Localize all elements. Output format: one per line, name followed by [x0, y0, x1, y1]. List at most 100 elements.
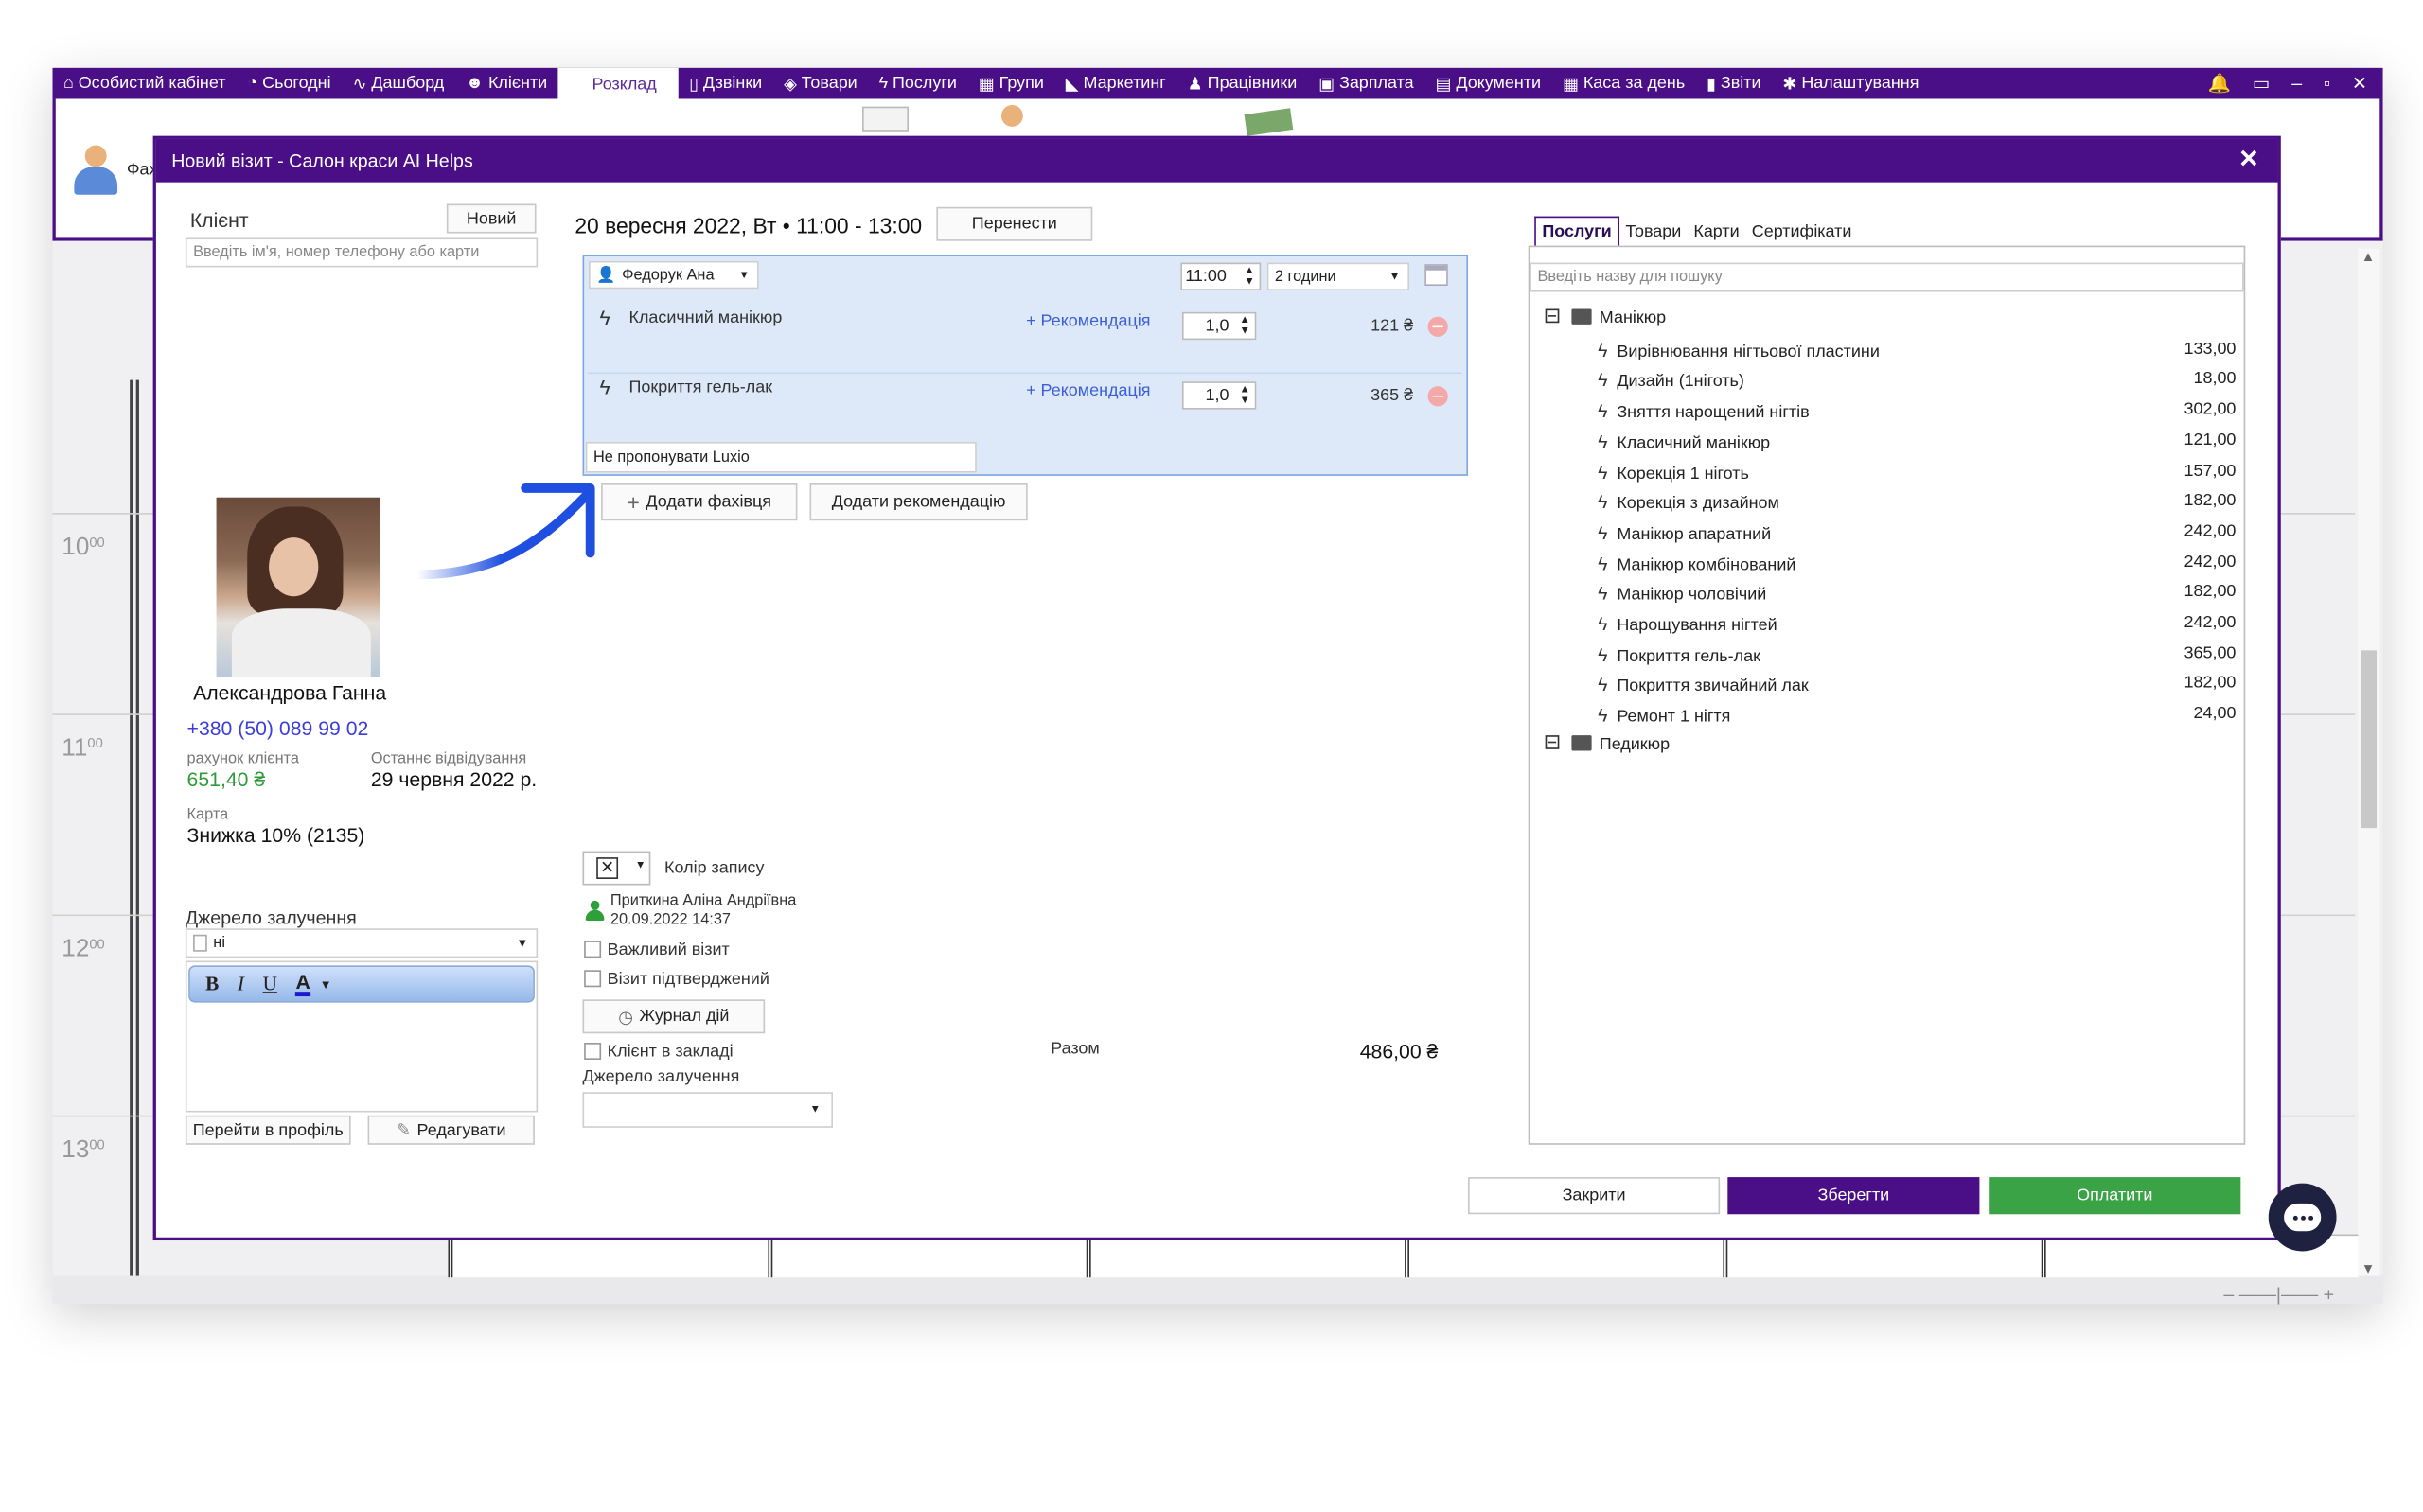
- add-recommendation-link[interactable]: + Рекомендація: [1026, 381, 1150, 400]
- nav-item-8[interactable]: ▦ Групи: [967, 68, 1054, 99]
- catalog-folder[interactable]: Манікюр: [1545, 308, 1666, 327]
- bolt-icon: ϟ: [1598, 521, 1608, 544]
- record-color-picker[interactable]: ✕ ▼: [582, 851, 651, 886]
- chevron-down-icon[interactable]: ▼: [320, 977, 332, 992]
- start-time-input[interactable]: 11:00 ▲ ▼: [1180, 262, 1262, 290]
- duration-select[interactable]: 2 години ▼: [1266, 262, 1409, 290]
- catalog-service-item[interactable]: ϟ Манікюр апаратний: [1598, 522, 1771, 544]
- maximize-icon[interactable]: ▫: [2324, 73, 2330, 95]
- reschedule-button[interactable]: Перенести: [936, 206, 1093, 241]
- nav-item-5[interactable]: ▯ Дзвінки: [679, 68, 773, 99]
- catalog-service-item[interactable]: ϟ Дизайн (1ніготь): [1598, 370, 1744, 392]
- edit-client-button[interactable]: ✎ Редагувати: [367, 1115, 535, 1145]
- collapse-icon[interactable]: [1545, 308, 1560, 324]
- catalog-service-item[interactable]: ϟ Корекція з дизайном: [1598, 491, 1779, 513]
- visit-comment-input[interactable]: Не пропонувати Luxio: [585, 441, 977, 473]
- calendar-toolbar-icon[interactable]: [862, 106, 909, 132]
- nav-item-12[interactable]: ▤ Документи: [1424, 68, 1551, 99]
- collapse-icon[interactable]: [1545, 734, 1560, 749]
- nav-item-0[interactable]: ⌂ Особистий кабінет: [53, 68, 237, 99]
- dialog-close-icon[interactable]: ✕: [2238, 139, 2259, 183]
- save-icon[interactable]: ▭: [2253, 73, 2271, 95]
- master-select[interactable]: 👤 Федорук Ана ▼: [589, 260, 759, 290]
- action-journal-button[interactable]: ◷ Журнал дій: [582, 999, 766, 1034]
- go-to-profile-button[interactable]: Перейти в профіль: [185, 1115, 351, 1145]
- catalog-service-item[interactable]: ϟ Покриття звичайний лак: [1598, 674, 1809, 695]
- specialist-column[interactable]: [1086, 1234, 1406, 1278]
- underline-icon[interactable]: U: [263, 972, 277, 996]
- add-specialist-button[interactable]: + Додати фахівця: [601, 483, 798, 521]
- italic-icon[interactable]: I: [238, 972, 244, 996]
- spin-icon[interactable]: ▲ ▼: [1239, 385, 1249, 407]
- close-button[interactable]: Закрити: [1468, 1177, 1721, 1215]
- nav-item-10[interactable]: ♟ Працівники: [1176, 68, 1307, 99]
- nav-item-9[interactable]: ◣ Маркетинг: [1054, 68, 1176, 99]
- save-button[interactable]: Зберегти: [1727, 1177, 1980, 1215]
- specialist-column[interactable]: [768, 1234, 1087, 1278]
- catalog-service-item[interactable]: ϟ Корекція 1 ніготь: [1598, 461, 1749, 483]
- nav-item-label: Розклад: [592, 75, 657, 95]
- nav-item-11[interactable]: ▣ Зарплата: [1308, 68, 1424, 99]
- catalog-tab-2[interactable]: Карти: [1688, 218, 1745, 245]
- specialist-column[interactable]: [1405, 1234, 1724, 1278]
- add-recommendation-button[interactable]: Додати рекомендацію: [809, 483, 1028, 521]
- nav-item-15[interactable]: ✱ Налаштування: [1772, 68, 1930, 99]
- client-source-select[interactable]: ні ▼: [185, 928, 539, 958]
- quantity-stepper[interactable]: 1,0 ▲ ▼: [1181, 381, 1257, 410]
- nav-item-3[interactable]: ☻ Клієнти: [455, 68, 558, 99]
- confirmed-visit-checkbox[interactable]: [584, 970, 602, 988]
- specialist-column[interactable]: [448, 1234, 769, 1278]
- money-toolbar-icon[interactable]: [1244, 108, 1294, 136]
- nav-item-2[interactable]: ∿ Дашборд: [342, 68, 455, 99]
- zoom-slider[interactable]: – ——|—— +: [2223, 1284, 2334, 1306]
- font-color-icon[interactable]: A: [295, 972, 310, 997]
- remove-service-icon[interactable]: [1427, 386, 1448, 407]
- calendar-icon[interactable]: [1424, 264, 1448, 287]
- spin-icon[interactable]: ▲ ▼: [1244, 266, 1254, 288]
- new-client-button[interactable]: Новий: [446, 203, 537, 234]
- person-toolbar-icon[interactable]: [1000, 105, 1023, 127]
- close-icon[interactable]: ✕: [2352, 73, 2367, 95]
- catalog-tab-0[interactable]: Послуги: [1534, 216, 1619, 246]
- important-visit-checkbox[interactable]: [584, 941, 602, 958]
- bold-icon[interactable]: B: [205, 972, 219, 996]
- vertical-scrollbar[interactable]: ▲ ▼: [2358, 248, 2380, 1276]
- quantity-stepper[interactable]: 1,0 ▲ ▼: [1181, 311, 1257, 341]
- catalog-tab-3[interactable]: Сертифікати: [1745, 218, 1858, 245]
- nav-item-1[interactable]: ◔ Сьогодні: [237, 68, 342, 99]
- client-search-input[interactable]: Введіть ім'я, номер телефону або карти: [185, 237, 539, 268]
- specialist-avatar[interactable]: [74, 145, 118, 198]
- visit-source-select[interactable]: ▼: [582, 1092, 833, 1128]
- minimize-icon[interactable]: –: [2291, 73, 2302, 95]
- scroll-thumb[interactable]: [2361, 650, 2378, 829]
- catalog-service-item[interactable]: ϟ Покриття гель-лак: [1598, 643, 1760, 665]
- nav-item-14[interactable]: ▮ Звіти: [1696, 68, 1772, 99]
- folder-icon: [1571, 308, 1592, 325]
- nav-item-13[interactable]: ▦ Каса за день: [1552, 68, 1696, 99]
- catalog-service-item[interactable]: ϟ Нарощування нігтей: [1598, 613, 1777, 635]
- nav-item-7[interactable]: ϟ Послуги: [868, 68, 967, 99]
- catalog-tab-1[interactable]: Товари: [1619, 218, 1688, 245]
- bell-icon[interactable]: 🔔: [2208, 73, 2231, 95]
- client-in-place-checkbox[interactable]: [584, 1043, 602, 1060]
- catalog-search-input[interactable]: Введіть назву для пошуку: [1530, 262, 2244, 292]
- catalog-service-item[interactable]: ϟ Ремонт 1 нігтя: [1598, 705, 1730, 727]
- scroll-down-icon[interactable]: ▼: [2361, 1260, 2376, 1275]
- chat-widget-icon[interactable]: [2268, 1183, 2337, 1252]
- add-recommendation-link[interactable]: + Рекомендація: [1026, 312, 1150, 331]
- catalog-service-item[interactable]: ϟ Манікюр чоловічий: [1598, 583, 1766, 605]
- pay-button[interactable]: Оплатити: [1989, 1177, 2241, 1215]
- remove-service-icon[interactable]: [1427, 316, 1448, 337]
- catalog-service-name: Манікюр чоловічий: [1617, 586, 1767, 605]
- catalog-service-item[interactable]: ϟ Класичний манікюр: [1598, 431, 1770, 452]
- catalog-service-item[interactable]: ϟ Манікюр комбінований: [1598, 553, 1795, 574]
- scroll-up-icon[interactable]: ▲: [2361, 249, 2376, 264]
- nav-item-6[interactable]: ◈ Товари: [773, 68, 868, 99]
- client-phone-link[interactable]: +380 (50) 089 99 02: [187, 717, 369, 740]
- catalog-service-item[interactable]: ϟ Вирівнювання нігтьової пластини: [1598, 340, 1880, 361]
- catalog-service-item[interactable]: ϟ Зняття нарощений нігтів: [1598, 400, 1809, 422]
- nav-item-4[interactable]: Розклад: [557, 67, 679, 102]
- catalog-folder[interactable]: Педикюр: [1545, 734, 1670, 753]
- spin-icon[interactable]: ▲ ▼: [1239, 315, 1249, 337]
- specialist-column[interactable]: [1723, 1234, 2042, 1278]
